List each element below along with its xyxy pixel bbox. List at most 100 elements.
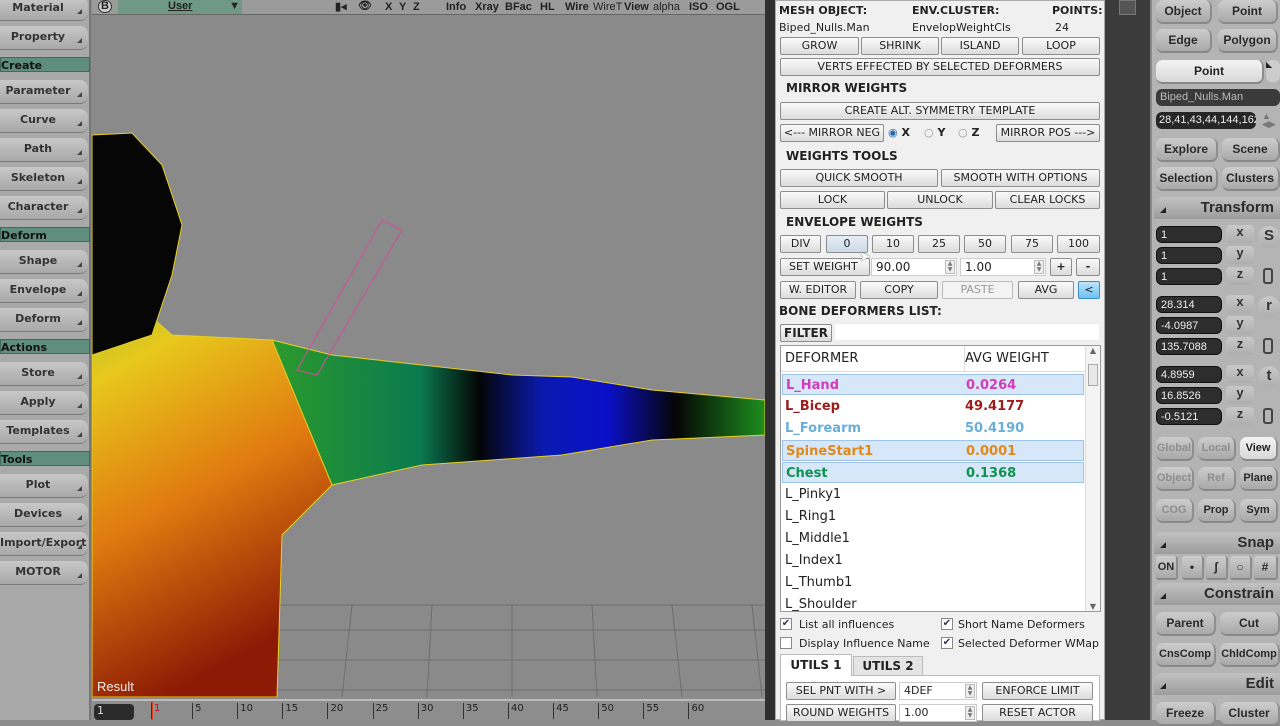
prop-button[interactable]: Prop	[1198, 499, 1236, 523]
mode-hl[interactable]: HL	[540, 1, 555, 13]
rotate-z-field[interactable]: 135.7088	[1156, 338, 1222, 355]
deformer-row[interactable]: L_Index1	[782, 550, 1084, 571]
menu-button-import-export[interactable]: Import/Export	[0, 532, 88, 556]
timeline[interactable]: 1 1 5 10 15 20 25 30 35 40 45 50 55 60	[92, 699, 765, 720]
snap-section-header[interactable]: Snap	[1154, 532, 1280, 554]
mirror-axis-y-radio[interactable]: ○ Y	[924, 126, 945, 139]
deformer-row[interactable]: L_Ring1	[782, 506, 1084, 527]
translate-x-field[interactable]: 4.8959	[1156, 366, 1222, 383]
ref-local[interactable]: Local	[1198, 437, 1236, 461]
mode-view[interactable]: View	[624, 1, 649, 13]
grow-button[interactable]: GROW	[780, 37, 859, 55]
freeze-button[interactable]: Freeze	[1156, 702, 1216, 726]
rotate-x-axis-button[interactable]: x	[1226, 295, 1254, 313]
menu-button-property[interactable]: Property	[0, 26, 88, 50]
snap-grid-icon[interactable]: #	[1254, 556, 1278, 580]
enforce-limit-button[interactable]: ENFORCE LIMIT	[982, 682, 1093, 700]
scene-button[interactable]: Scene	[1222, 138, 1280, 162]
preset-50-button[interactable]: 50	[964, 235, 1006, 253]
eye-icon[interactable]: 👁	[358, 0, 372, 12]
scale-y-field[interactable]: 1	[1156, 247, 1222, 264]
rotate-y-axis-button[interactable]: y	[1226, 316, 1254, 334]
menu-icon[interactable]	[1263, 408, 1273, 424]
increment-button[interactable]: +	[1050, 258, 1072, 276]
ref-plane[interactable]: Plane	[1240, 467, 1278, 491]
translate-z-field[interactable]: -0.5121	[1156, 408, 1222, 425]
deformer-row[interactable]: L_Pinky1	[782, 484, 1084, 505]
current-frame-field[interactable]: 1	[94, 704, 134, 720]
scale-z-field[interactable]: 1	[1156, 268, 1222, 285]
scale-toggle-button[interactable]: S	[1258, 226, 1280, 248]
preset-100-button[interactable]: 100	[1057, 235, 1100, 253]
select-mode-edge[interactable]: Edge	[1156, 29, 1212, 53]
column-avg-weight[interactable]: AVG WEIGHT	[964, 346, 1049, 372]
list-scrollbar[interactable]: ▲ ▼	[1085, 346, 1100, 611]
translate-x-axis-button[interactable]: x	[1226, 365, 1254, 383]
spinner-icon[interactable]: ▲ ▼	[1034, 260, 1044, 274]
weight-editor-button[interactable]: W. EDITOR	[780, 281, 856, 299]
deformer-row[interactable]: SpineStart1 0.0001	[782, 440, 1084, 461]
menu-section-tools[interactable]: Tools	[0, 451, 90, 466]
menu-button-shape[interactable]: Shape	[0, 250, 88, 274]
menu-button-material[interactable]: Material	[0, 0, 88, 21]
menu-button-skeleton[interactable]: Skeleton	[0, 167, 88, 191]
snap-curve-icon[interactable]: ʃ	[1206, 556, 1228, 580]
display-influence-name-checkbox[interactable]	[780, 637, 792, 649]
cut-button[interactable]: Cut	[1220, 612, 1280, 636]
parent-button[interactable]: Parent	[1156, 612, 1216, 636]
sel-pnt-with-button[interactable]: SEL PNT WITH >	[786, 682, 896, 700]
menu-button-envelope[interactable]: Envelope	[0, 279, 88, 303]
cluster-button[interactable]: Cluster	[1220, 702, 1280, 726]
scale-y-axis-button[interactable]: y	[1226, 246, 1254, 264]
ref-object[interactable]: Object	[1156, 467, 1194, 491]
restore-window-icon[interactable]	[1119, 0, 1136, 15]
paste-button[interactable]: PASTE	[942, 281, 1013, 299]
mirror-axis-x-radio[interactable]: ◉ X	[888, 126, 910, 139]
select-mode-point[interactable]: Point	[1218, 0, 1278, 24]
selection-arrows-icon[interactable]: ▲ ◀▶	[1262, 112, 1276, 129]
tab-utils-2[interactable]: UTILS 2	[853, 656, 923, 676]
rotate-y-field[interactable]: -4.0987	[1156, 317, 1222, 334]
edit-section-header[interactable]: Edit	[1154, 673, 1280, 695]
deformer-row[interactable]: L_Shoulder	[782, 594, 1084, 611]
island-button[interactable]: ISLAND	[941, 37, 1019, 55]
preset-10-button[interactable]: 10	[872, 235, 914, 253]
short-name-deformers-checkbox[interactable]: ✔	[941, 618, 953, 630]
filter-input[interactable]	[834, 323, 1100, 341]
deformer-row[interactable]: L_Bicep 49.4177	[782, 396, 1084, 417]
snap-point-icon[interactable]: •	[1182, 556, 1204, 580]
camera-icon[interactable]: ▮◂	[335, 0, 347, 13]
mirror-pos-button[interactable]: MIRROR POS --->	[996, 124, 1100, 142]
menu-button-character[interactable]: Character	[0, 196, 88, 220]
selection-button[interactable]: Selection	[1156, 167, 1218, 191]
mode-xray[interactable]: Xray	[475, 1, 499, 13]
loop-button[interactable]: LOOP	[1022, 37, 1100, 55]
menu-button-devices[interactable]: Devices	[0, 503, 88, 527]
ref-view[interactable]: View	[1240, 437, 1278, 461]
camera-dropdown[interactable]: User ▼	[118, 0, 242, 14]
snap-on-toggle[interactable]: ON	[1156, 556, 1178, 580]
transform-section-header[interactable]: Transform	[1154, 197, 1280, 219]
round-weights-input[interactable]: 1.00 ▲ ▼	[899, 704, 977, 722]
rotate-z-axis-button[interactable]: z	[1226, 337, 1254, 355]
ref-global[interactable]: Global	[1156, 437, 1194, 461]
tab-utils-1[interactable]: UTILS 1	[780, 654, 852, 676]
sel-pnt-input[interactable]: 4DEF ▲ ▼	[899, 682, 977, 700]
copy-button[interactable]: COPY	[860, 281, 938, 299]
round-weights-button[interactable]: ROUND WEIGHTS	[786, 704, 896, 722]
select-mode-object[interactable]: Object	[1156, 0, 1212, 24]
spinner-icon[interactable]: ▲ ▼	[965, 684, 975, 698]
scale-x-axis-button[interactable]: x	[1226, 225, 1254, 243]
snap-surface-icon[interactable]: ○	[1230, 556, 1252, 580]
sym-button[interactable]: Sym	[1240, 499, 1278, 523]
axis-z-toggle[interactable]: Z	[413, 1, 420, 13]
quick-smooth-button[interactable]: QUICK SMOOTH	[780, 169, 938, 187]
menu-button-curve[interactable]: Curve	[0, 109, 88, 133]
weight-value-input[interactable]: 90.00 ▲ ▼	[871, 258, 957, 276]
verts-effected-button[interactable]: VERTS EFFECTED BY SELECTED DEFORMERS	[780, 58, 1100, 76]
menu-section-create[interactable]: Create	[0, 57, 90, 72]
mode-alpha[interactable]: alpha	[653, 1, 680, 13]
scroll-thumb[interactable]	[1088, 364, 1098, 386]
weight-step-input[interactable]: 1.00 ▲ ▼	[960, 258, 1046, 276]
explore-button[interactable]: Explore	[1156, 138, 1218, 162]
